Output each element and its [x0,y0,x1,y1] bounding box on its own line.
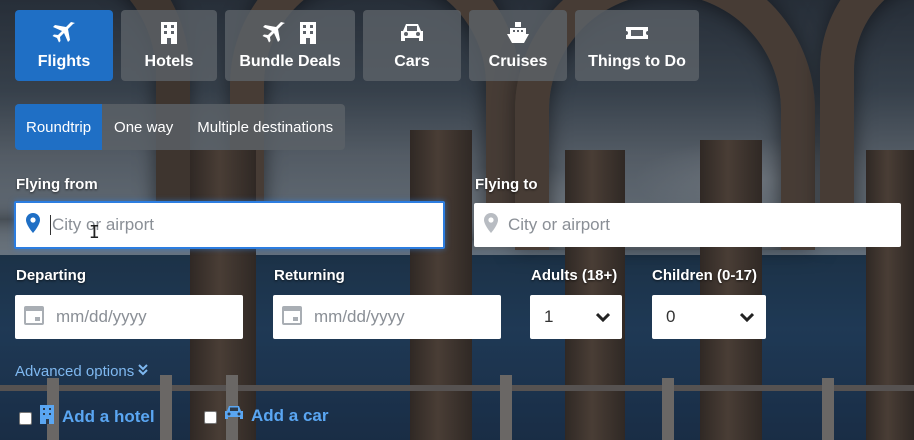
tab-things-to-do[interactable]: Things to Do [575,10,699,81]
double-chevron-down-icon [138,363,148,380]
add-car-option[interactable]: Add a car [204,404,328,427]
add-hotel-option[interactable]: Add a hotel [19,404,155,429]
returning-placeholder: mm/dd/yyyy [314,307,405,326]
building-icon [158,21,180,45]
departing-date-input[interactable]: mm/dd/yyyy [15,295,243,339]
flying-to-input[interactable]: City or airport [474,203,901,247]
tab-label: Things to Do [588,52,686,70]
flying-from-label: Flying from [16,176,98,193]
flying-to-label: Flying to [475,176,538,193]
chevron-down-icon [595,307,611,327]
ticket-icon [623,21,651,45]
flying-from-input[interactable]: City or airport [14,201,445,249]
add-car-checkbox[interactable] [204,410,217,424]
tab-label: Cars [394,52,430,70]
tab-cruises[interactable]: Cruises [469,10,567,81]
flying-from-placeholder: City or airport [52,215,155,234]
airplane-building-icon [261,21,319,45]
map-pin-icon [484,212,498,238]
returning-date-input[interactable]: mm/dd/yyyy [273,295,501,339]
children-value: 0 [666,307,676,326]
text-caret [50,215,51,235]
tab-bundle-deals[interactable]: Bundle Deals [225,10,355,81]
adults-label: Adults (18+) [531,267,618,284]
calendar-icon [282,305,302,330]
car-icon [398,21,426,45]
calendar-icon [24,305,44,330]
flying-to-placeholder: City or airport [508,215,611,234]
trip-type-one-way[interactable]: One way [102,104,185,150]
trip-type-multiple-destinations[interactable]: Multiple destinations [185,104,345,150]
ship-icon [505,21,531,45]
departing-placeholder: mm/dd/yyyy [56,307,147,326]
mouse-cursor-icon: I [89,222,100,243]
trip-type-selector: Roundtrip One way Multiple destinations [15,104,346,150]
children-select[interactable]: 0 [652,295,766,339]
add-hotel-checkbox[interactable] [19,411,32,425]
tab-label: Hotels [144,52,194,70]
tab-label: Bundle Deals [239,52,341,70]
building-icon [38,404,56,429]
children-label: Children (0-17) [652,267,758,284]
chevron-down-icon [739,307,755,327]
tab-hotels[interactable]: Hotels [121,10,217,81]
add-car-label: Add a car [251,405,329,425]
car-icon [223,404,245,427]
advanced-options-link[interactable]: Advanced options [15,363,148,380]
product-tabs: Flights Hotels Bundle Deals Cars Cruises… [15,10,699,81]
adults-select[interactable]: 1 [530,295,622,339]
airplane-icon [51,21,77,45]
map-pin-icon [26,212,40,238]
add-hotel-label: Add a hotel [62,406,155,426]
returning-label: Returning [274,267,345,284]
adults-value: 1 [544,307,554,326]
tab-flights[interactable]: Flights [15,10,113,81]
departing-label: Departing [16,267,87,284]
tab-label: Cruises [488,52,548,70]
advanced-options-label: Advanced options [15,363,135,380]
trip-type-roundtrip[interactable]: Roundtrip [15,104,103,150]
tab-cars[interactable]: Cars [363,10,461,81]
tab-label: Flights [37,52,91,70]
